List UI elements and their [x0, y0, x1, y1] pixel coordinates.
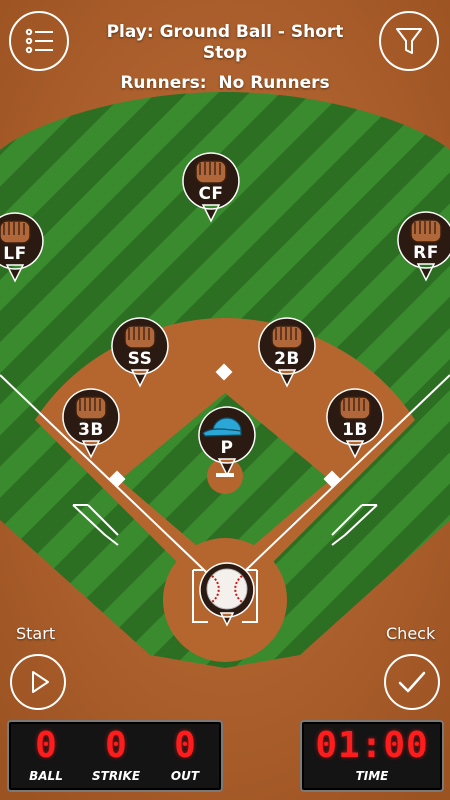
glove-icon: [410, 219, 442, 243]
position-pin-rf[interactable]: RF: [396, 210, 450, 282]
play-icon: [32, 671, 49, 693]
ss-label: SS: [127, 349, 153, 369]
ball-count-value: 0: [35, 725, 57, 766]
strike-count-label: STRIKE: [91, 769, 141, 783]
cf-label: CF: [198, 184, 224, 204]
glove-icon: [0, 220, 31, 244]
2b-label: 2B: [274, 349, 300, 369]
glove-icon: [124, 325, 156, 349]
ball-count-label: BALL: [29, 769, 63, 783]
game-screen: Play: Ground Ball - Short Stop Runners: …: [0, 0, 450, 800]
strike-count-value: 0: [105, 725, 127, 766]
glove-icon: [339, 396, 371, 420]
menu-button[interactable]: [9, 11, 69, 71]
ball-marker[interactable]: [197, 561, 257, 627]
filter-button[interactable]: [379, 11, 439, 71]
out-count-value: 0: [174, 725, 196, 766]
position-pin-ss[interactable]: SS: [110, 316, 170, 388]
start-button[interactable]: [10, 654, 66, 710]
position-pin-cf[interactable]: CF: [181, 151, 241, 223]
runners-status: Runners: No Runners: [120, 73, 330, 93]
1b-label: 1B: [342, 420, 368, 440]
check-button[interactable]: [384, 654, 440, 710]
position-pin-lf[interactable]: LF: [0, 211, 45, 283]
time-scoreboard: 01:00 TIME: [300, 720, 444, 792]
out-count-label: OUT: [170, 769, 200, 783]
position-pin-p[interactable]: P: [197, 405, 257, 477]
3b-label: 3B: [78, 420, 104, 440]
baseball-icon: [199, 562, 255, 627]
time-value: 01:00: [315, 725, 429, 766]
glove-icon: [195, 160, 227, 184]
glove-icon: [75, 396, 107, 420]
checkmark-icon: [398, 671, 426, 693]
p-label: P: [220, 438, 234, 458]
count-scoreboard: 0 0 0 BALL STRIKE OUT: [7, 720, 223, 792]
position-pin-2b[interactable]: 2B: [257, 316, 317, 388]
position-pin-3b[interactable]: 3B: [61, 387, 121, 459]
glove-icon: [271, 325, 303, 349]
filter-funnel-icon: [396, 28, 422, 54]
time-label: TIME: [355, 769, 389, 783]
position-pin-1b[interactable]: 1B: [325, 387, 385, 459]
check-label: Check: [386, 624, 436, 643]
play-title: Play: Ground Ball - Short Stop: [106, 22, 344, 63]
rf-label: RF: [413, 243, 439, 263]
menu-list-icon: [25, 28, 53, 54]
start-label: Start: [16, 624, 56, 643]
lf-label: LF: [3, 244, 27, 264]
